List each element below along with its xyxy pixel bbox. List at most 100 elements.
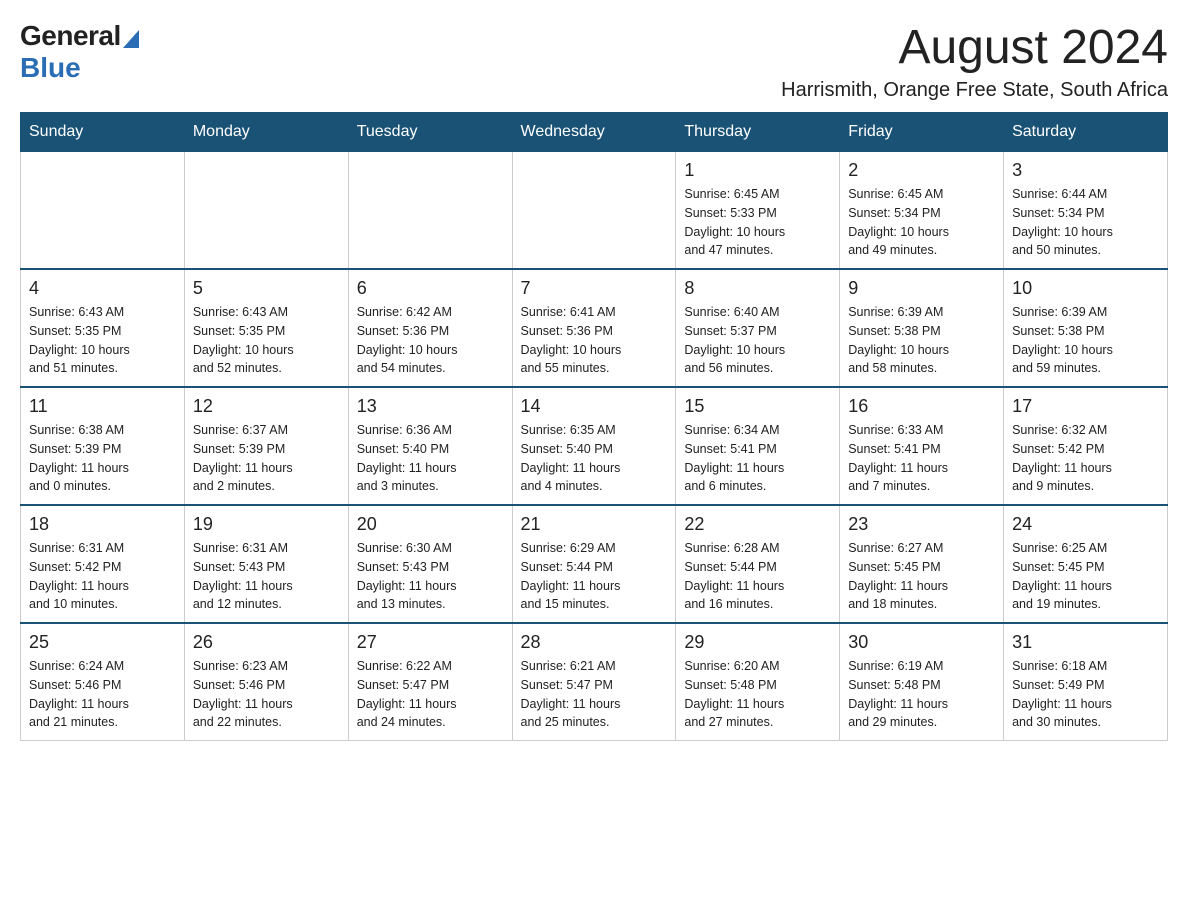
week-row-5: 25 Sunrise: 6:24 AM Sunset: 5:46 PM Dayli…	[21, 623, 1168, 741]
day-info: Sunrise: 6:31 AM Sunset: 5:43 PM Dayligh…	[193, 539, 340, 614]
day-number: 2	[848, 160, 995, 181]
day-cell: 25 Sunrise: 6:24 AM Sunset: 5:46 PM Dayli…	[21, 623, 185, 741]
day-info: Sunrise: 6:33 AM Sunset: 5:41 PM Dayligh…	[848, 421, 995, 496]
day-cell: 27 Sunrise: 6:22 AM Sunset: 5:47 PM Dayli…	[348, 623, 512, 741]
day-cell: 29Sunrise: 6:20 AM Sunset: 5:48 PM Dayli…	[676, 623, 840, 741]
day-info: Sunrise: 6:41 AM Sunset: 5:36 PM Dayligh…	[521, 303, 668, 378]
day-cell: 7 Sunrise: 6:41 AM Sunset: 5:36 PM Daylig…	[512, 269, 676, 387]
title-area: August 2024 Harrismith, Orange Free Stat…	[781, 20, 1168, 102]
day-cell: 5 Sunrise: 6:43 AM Sunset: 5:35 PM Daylig…	[184, 269, 348, 387]
day-number: 28	[521, 632, 668, 653]
main-title: August 2024	[781, 20, 1168, 75]
logo-general: General	[20, 20, 121, 52]
day-info: Sunrise: 6:20 AM Sunset: 5:48 PM Dayligh…	[684, 657, 831, 732]
day-cell: 30Sunrise: 6:19 AM Sunset: 5:48 PM Dayli…	[840, 623, 1004, 741]
day-cell: 22 Sunrise: 6:28 AM Sunset: 5:44 PM Dayli…	[676, 505, 840, 623]
day-header-saturday: Saturday	[1004, 113, 1168, 152]
day-number: 20	[357, 514, 504, 535]
day-cell: 20 Sunrise: 6:30 AM Sunset: 5:43 PM Dayli…	[348, 505, 512, 623]
day-info: Sunrise: 6:27 AM Sunset: 5:45 PM Dayligh…	[848, 539, 995, 614]
day-cell: 19 Sunrise: 6:31 AM Sunset: 5:43 PM Dayli…	[184, 505, 348, 623]
day-cell: 21 Sunrise: 6:29 AM Sunset: 5:44 PM Dayli…	[512, 505, 676, 623]
day-info: Sunrise: 6:22 AM Sunset: 5:47 PM Dayligh…	[357, 657, 504, 732]
day-cell: 17Sunrise: 6:32 AM Sunset: 5:42 PM Dayli…	[1004, 387, 1168, 505]
day-number: 1	[684, 160, 831, 181]
day-number: 13	[357, 396, 504, 417]
day-info: Sunrise: 6:18 AM Sunset: 5:49 PM Dayligh…	[1012, 657, 1159, 732]
day-cell: 31Sunrise: 6:18 AM Sunset: 5:49 PM Dayli…	[1004, 623, 1168, 741]
day-cell: 13 Sunrise: 6:36 AM Sunset: 5:40 PM Dayli…	[348, 387, 512, 505]
day-info: Sunrise: 6:35 AM Sunset: 5:40 PM Dayligh…	[521, 421, 668, 496]
day-cell: 16 Sunrise: 6:33 AM Sunset: 5:41 PM Dayli…	[840, 387, 1004, 505]
day-number: 22	[684, 514, 831, 535]
day-info: Sunrise: 6:23 AM Sunset: 5:46 PM Dayligh…	[193, 657, 340, 732]
day-number: 5	[193, 278, 340, 299]
day-info: Sunrise: 6:43 AM Sunset: 5:35 PM Dayligh…	[29, 303, 176, 378]
day-cell	[184, 152, 348, 270]
day-info: Sunrise: 6:45 AM Sunset: 5:33 PM Dayligh…	[684, 185, 831, 260]
calendar: SundayMondayTuesdayWednesdayThursdayFrid…	[20, 112, 1168, 741]
day-cell: 8Sunrise: 6:40 AM Sunset: 5:37 PM Daylig…	[676, 269, 840, 387]
day-number: 21	[521, 514, 668, 535]
day-info: Sunrise: 6:34 AM Sunset: 5:41 PM Dayligh…	[684, 421, 831, 496]
day-cell: 1 Sunrise: 6:45 AM Sunset: 5:33 PM Daylig…	[676, 152, 840, 270]
day-info: Sunrise: 6:21 AM Sunset: 5:47 PM Dayligh…	[521, 657, 668, 732]
week-row-4: 18 Sunrise: 6:31 AM Sunset: 5:42 PM Dayli…	[21, 505, 1168, 623]
day-header-sunday: Sunday	[21, 113, 185, 152]
logo-blue: Blue	[20, 52, 81, 83]
day-info: Sunrise: 6:36 AM Sunset: 5:40 PM Dayligh…	[357, 421, 504, 496]
day-info: Sunrise: 6:24 AM Sunset: 5:46 PM Dayligh…	[29, 657, 176, 732]
day-info: Sunrise: 6:30 AM Sunset: 5:43 PM Dayligh…	[357, 539, 504, 614]
logo: General Blue	[20, 20, 139, 84]
day-info: Sunrise: 6:42 AM Sunset: 5:36 PM Dayligh…	[357, 303, 504, 378]
day-cell: 24 Sunrise: 6:25 AM Sunset: 5:45 PM Dayli…	[1004, 505, 1168, 623]
day-cell: 10 Sunrise: 6:39 AM Sunset: 5:38 PM Dayli…	[1004, 269, 1168, 387]
day-info: Sunrise: 6:29 AM Sunset: 5:44 PM Dayligh…	[521, 539, 668, 614]
header-row: SundayMondayTuesdayWednesdayThursdayFrid…	[21, 113, 1168, 152]
day-info: Sunrise: 6:39 AM Sunset: 5:38 PM Dayligh…	[1012, 303, 1159, 378]
day-number: 18	[29, 514, 176, 535]
day-cell: 23 Sunrise: 6:27 AM Sunset: 5:45 PM Dayli…	[840, 505, 1004, 623]
week-row-2: 4 Sunrise: 6:43 AM Sunset: 5:35 PM Daylig…	[21, 269, 1168, 387]
week-row-3: 11Sunrise: 6:38 AM Sunset: 5:39 PM Dayli…	[21, 387, 1168, 505]
day-number: 7	[521, 278, 668, 299]
day-header-monday: Monday	[184, 113, 348, 152]
day-number: 27	[357, 632, 504, 653]
day-header-friday: Friday	[840, 113, 1004, 152]
day-cell: 9Sunrise: 6:39 AM Sunset: 5:38 PM Daylig…	[840, 269, 1004, 387]
day-header-wednesday: Wednesday	[512, 113, 676, 152]
day-cell: 15 Sunrise: 6:34 AM Sunset: 5:41 PM Dayli…	[676, 387, 840, 505]
header: General Blue August 2024 Harrismith, Ora…	[20, 20, 1168, 102]
day-info: Sunrise: 6:44 AM Sunset: 5:34 PM Dayligh…	[1012, 185, 1159, 260]
day-header-tuesday: Tuesday	[348, 113, 512, 152]
subtitle: Harrismith, Orange Free State, South Afr…	[781, 79, 1168, 102]
day-info: Sunrise: 6:31 AM Sunset: 5:42 PM Dayligh…	[29, 539, 176, 614]
day-info: Sunrise: 6:28 AM Sunset: 5:44 PM Dayligh…	[684, 539, 831, 614]
day-number: 12	[193, 396, 340, 417]
day-number: 16	[848, 396, 995, 417]
day-number: 10	[1012, 278, 1159, 299]
day-info: Sunrise: 6:39 AM Sunset: 5:38 PM Dayligh…	[848, 303, 995, 378]
day-cell: 28 Sunrise: 6:21 AM Sunset: 5:47 PM Dayli…	[512, 623, 676, 741]
day-number: 14	[521, 396, 668, 417]
day-info: Sunrise: 6:43 AM Sunset: 5:35 PM Dayligh…	[193, 303, 340, 378]
day-cell: 3Sunrise: 6:44 AM Sunset: 5:34 PM Daylig…	[1004, 152, 1168, 270]
day-number: 4	[29, 278, 176, 299]
day-number: 6	[357, 278, 504, 299]
day-cell: 6 Sunrise: 6:42 AM Sunset: 5:36 PM Daylig…	[348, 269, 512, 387]
day-cell: 2Sunrise: 6:45 AM Sunset: 5:34 PM Daylig…	[840, 152, 1004, 270]
day-header-thursday: Thursday	[676, 113, 840, 152]
day-number: 17	[1012, 396, 1159, 417]
day-number: 25	[29, 632, 176, 653]
day-number: 24	[1012, 514, 1159, 535]
day-cell	[512, 152, 676, 270]
day-number: 19	[193, 514, 340, 535]
day-number: 15	[684, 396, 831, 417]
day-cell	[21, 152, 185, 270]
day-info: Sunrise: 6:25 AM Sunset: 5:45 PM Dayligh…	[1012, 539, 1159, 614]
day-info: Sunrise: 6:38 AM Sunset: 5:39 PM Dayligh…	[29, 421, 176, 496]
day-cell: 12Sunrise: 6:37 AM Sunset: 5:39 PM Dayli…	[184, 387, 348, 505]
week-row-1: 1 Sunrise: 6:45 AM Sunset: 5:33 PM Daylig…	[21, 152, 1168, 270]
day-number: 23	[848, 514, 995, 535]
day-info: Sunrise: 6:19 AM Sunset: 5:48 PM Dayligh…	[848, 657, 995, 732]
